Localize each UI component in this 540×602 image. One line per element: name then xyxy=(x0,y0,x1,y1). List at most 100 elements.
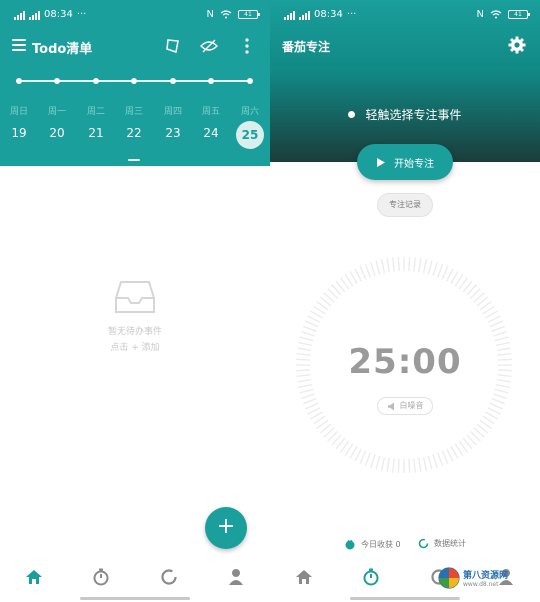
flip-icon[interactable] xyxy=(162,35,184,57)
dial-tick xyxy=(493,330,507,337)
dial-tick xyxy=(313,305,326,315)
dial-tick xyxy=(386,457,390,472)
battery-level: 41 xyxy=(514,11,522,18)
progress-ring-icon xyxy=(161,569,177,585)
page-title: Todo清单 xyxy=(32,42,93,57)
dial-tick xyxy=(427,260,433,275)
start-focus-label: 开始专注 xyxy=(394,158,434,170)
dial-tick xyxy=(392,257,395,272)
nav-profile[interactable] xyxy=(225,566,247,588)
speaker-icon xyxy=(387,402,394,410)
dial-tick xyxy=(482,415,495,425)
inbox-icon xyxy=(115,281,155,313)
dial-tick xyxy=(349,271,358,284)
dial-tick xyxy=(432,454,439,468)
dial-tick xyxy=(432,262,439,276)
timeline-dot xyxy=(131,78,137,84)
day-20[interactable]: 20 xyxy=(39,126,75,140)
timer-icon xyxy=(363,568,379,586)
dial-tick xyxy=(493,393,507,400)
watermark: 第八资源网 www.d8.net xyxy=(438,565,518,591)
nav-home[interactable] xyxy=(23,566,45,588)
day-24[interactable]: 24 xyxy=(193,126,229,140)
weekday-label: 周六 xyxy=(240,107,259,117)
wifi-icon xyxy=(490,10,502,19)
day-23[interactable]: 23 xyxy=(155,126,191,140)
gesture-bar[interactable] xyxy=(350,597,460,600)
pull-handle[interactable] xyxy=(128,159,140,161)
nav-home[interactable] xyxy=(293,566,315,588)
day-22[interactable]: 22 xyxy=(116,126,152,140)
dial-tick xyxy=(302,325,317,332)
data-stats[interactable]: 数据统计 xyxy=(418,538,466,549)
dial-tick xyxy=(302,398,317,405)
focus-records-button[interactable]: 专注记录 xyxy=(377,193,433,217)
dial-tick xyxy=(418,457,422,472)
dial-tick xyxy=(494,388,509,394)
start-focus-button[interactable]: 开始专注 xyxy=(357,144,453,180)
timeline-dot xyxy=(16,78,22,84)
dial-tick xyxy=(413,257,416,272)
more-vert-icon[interactable] xyxy=(236,35,258,57)
eye-off-icon[interactable] xyxy=(198,35,220,57)
add-todo-button[interactable]: + xyxy=(205,507,247,549)
dial-tick xyxy=(344,274,354,287)
dial-tick xyxy=(307,315,321,323)
watermark-url: www.d8.net xyxy=(463,581,499,588)
day-19[interactable]: 19 xyxy=(1,126,37,140)
dial-tick xyxy=(450,271,459,284)
bottom-nav xyxy=(0,552,270,602)
dial-tick xyxy=(408,458,411,473)
menu-icon[interactable] xyxy=(12,39,26,51)
dial-tick xyxy=(354,448,362,462)
dial-tick xyxy=(380,259,386,274)
empty-message: 暂无待办事件 xyxy=(107,327,162,337)
dial-tick xyxy=(305,402,319,410)
day-25-selected[interactable]: 25 xyxy=(236,121,264,149)
status-bar: 08:34 ··· N 41 xyxy=(270,0,540,30)
white-noise-label: 白噪音 xyxy=(399,401,424,410)
dial-tick xyxy=(441,266,449,280)
dial-tick xyxy=(359,450,367,464)
nav-focus[interactable] xyxy=(360,566,382,588)
todo-toolbar: Todo清单 xyxy=(0,30,270,62)
status-time: 08:34 xyxy=(314,9,343,20)
dial-tick xyxy=(364,263,371,278)
dial-tick xyxy=(380,456,386,471)
select-event-prompt[interactable]: 轻触选择专注事件 xyxy=(270,106,540,123)
dial-tick xyxy=(310,310,323,319)
status-dots: ··· xyxy=(346,9,357,20)
timeline-dot xyxy=(170,78,176,84)
dial-tick xyxy=(313,415,326,425)
white-noise-button[interactable]: 白噪音 xyxy=(377,397,433,415)
dial-tick xyxy=(446,268,454,282)
select-event-label: 轻触选择专注事件 xyxy=(365,108,462,122)
timeline-dot xyxy=(54,78,60,84)
day-21[interactable]: 21 xyxy=(78,126,114,140)
dial-tick xyxy=(299,336,314,342)
timer-icon xyxy=(93,568,109,586)
gesture-bar[interactable] xyxy=(80,597,190,600)
dial-tick xyxy=(369,262,376,276)
wifi-icon xyxy=(220,10,232,19)
today-harvest[interactable]: 今日收获 0 xyxy=(344,538,401,550)
dial-tick xyxy=(437,452,444,467)
todo-screen: 08:34 ··· N 41 Todo清单 周日 周一 周二 周三 周四 周五 … xyxy=(0,0,270,602)
dial-tick xyxy=(485,310,498,319)
gear-icon[interactable] xyxy=(508,36,526,54)
focus-header: 08:34 ··· N 41 番茄专注 轻触选择专注事件 xyxy=(270,0,540,162)
focus-screen: 08:34 ··· N 41 番茄专注 轻触选择专注事件 开始专注 专注记录 2… xyxy=(270,0,540,602)
event-dot xyxy=(348,111,356,118)
battery-icon: 41 xyxy=(238,10,260,19)
weekday-label: 周一 xyxy=(47,107,66,117)
dial-tick xyxy=(491,398,506,405)
dial-tick xyxy=(310,411,323,420)
nav-focus[interactable] xyxy=(90,566,112,588)
dial-tick xyxy=(408,257,411,272)
dial-tick xyxy=(307,407,321,415)
timeline-dot xyxy=(93,78,99,84)
dial-tick xyxy=(397,458,400,473)
dial-tick xyxy=(422,259,428,274)
nav-stats[interactable] xyxy=(158,566,180,588)
status-bar: 08:34 ··· N 41 xyxy=(0,0,270,30)
